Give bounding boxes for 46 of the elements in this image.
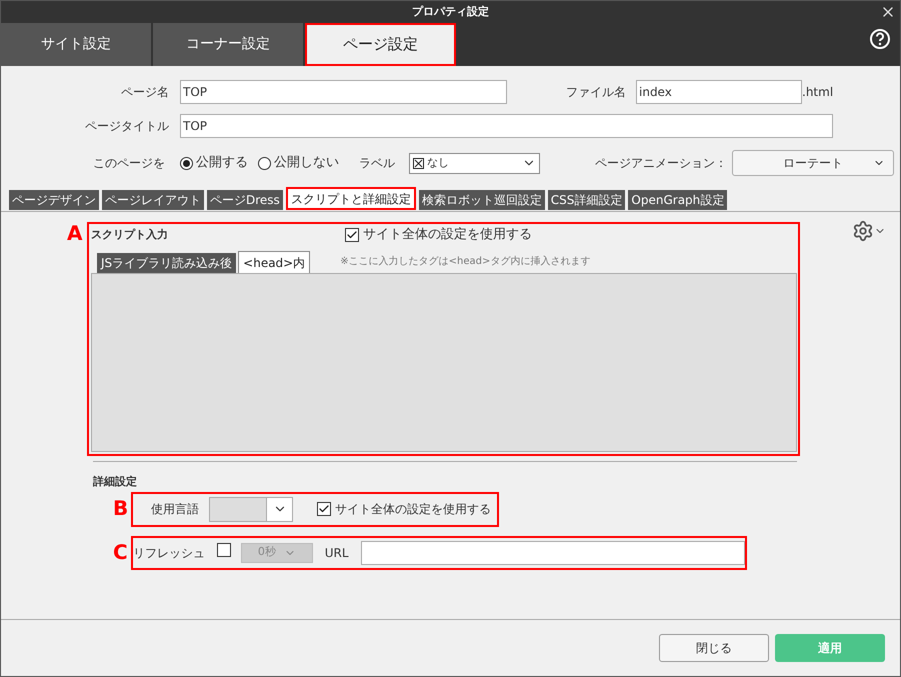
settings-icon[interactable] bbox=[852, 220, 886, 242]
refresh-checkbox[interactable] bbox=[217, 543, 231, 557]
hint-text: ※ここに入力したタグは<head>タグ内に挿入されます bbox=[340, 254, 590, 269]
crossed-box-icon bbox=[413, 158, 424, 168]
file-extension: .html bbox=[802, 84, 834, 101]
sub-tab[interactable]: ページDress bbox=[207, 190, 283, 210]
field-label: ページタイトル bbox=[84, 118, 170, 135]
close-button[interactable]: 閉じる bbox=[659, 634, 769, 662]
window-title: プロパティ設定 bbox=[412, 4, 489, 20]
field-label: ページ名 bbox=[120, 84, 170, 101]
section-title: 詳細設定 bbox=[93, 474, 138, 490]
script-tab[interactable]: JSライブラリ読み込み後 bbox=[97, 253, 236, 273]
field-label: このページを bbox=[92, 155, 165, 172]
field-label: 使用言語 bbox=[151, 501, 199, 518]
site-settings-checkbox[interactable] bbox=[317, 502, 331, 516]
sub-tab[interactable]: ページレイアウト bbox=[102, 190, 204, 210]
script-tab[interactable]: <head>内 bbox=[238, 251, 310, 273]
section-title: スクリプト入力 bbox=[91, 226, 169, 243]
field-label: リフレッシュ bbox=[133, 544, 205, 562]
page-title-field[interactable]: TOP bbox=[180, 114, 833, 138]
main-tab[interactable]: ページ設定 bbox=[305, 23, 456, 66]
main-tab[interactable]: サイト設定 bbox=[1, 23, 151, 66]
sub-tab[interactable]: CSS詳細設定 bbox=[548, 190, 626, 210]
checkbox-label: サイト全体の設定を使用する bbox=[335, 501, 491, 518]
publish-radio[interactable]: 公開しない bbox=[258, 153, 339, 173]
publish-radio[interactable]: 公開する bbox=[180, 153, 248, 173]
sub-tab[interactable]: OpenGraph設定 bbox=[628, 190, 728, 210]
field-label: URL bbox=[324, 544, 349, 562]
sub-tab[interactable]: 検索ロボット巡回設定 bbox=[418, 190, 545, 210]
sub-tab[interactable]: スクリプトと詳細設定 bbox=[286, 187, 416, 210]
url-field[interactable] bbox=[360, 540, 745, 564]
main-tab[interactable]: コーナー設定 bbox=[153, 23, 303, 66]
annotation-letter: C bbox=[113, 540, 128, 564]
site-settings-checkbox[interactable] bbox=[345, 228, 359, 242]
checkbox-label: サイト全体の設定を使用する bbox=[363, 226, 532, 244]
page-name-field[interactable]: TOP bbox=[180, 80, 507, 104]
sub-tab[interactable]: ページデザイン bbox=[9, 190, 99, 210]
animation-dropdown[interactable]: ローテート bbox=[732, 150, 894, 176]
annotation-letter: A bbox=[67, 221, 82, 245]
annotation-letter: B bbox=[113, 496, 128, 520]
help-icon[interactable] bbox=[869, 28, 891, 50]
file-name-field[interactable]: index bbox=[636, 80, 802, 104]
field-label: ページアニメーション： bbox=[594, 155, 727, 172]
field-label: ファイル名 bbox=[565, 84, 626, 101]
label-dropdown[interactable]: なし bbox=[409, 152, 540, 174]
field-label: ラベル bbox=[359, 155, 395, 172]
